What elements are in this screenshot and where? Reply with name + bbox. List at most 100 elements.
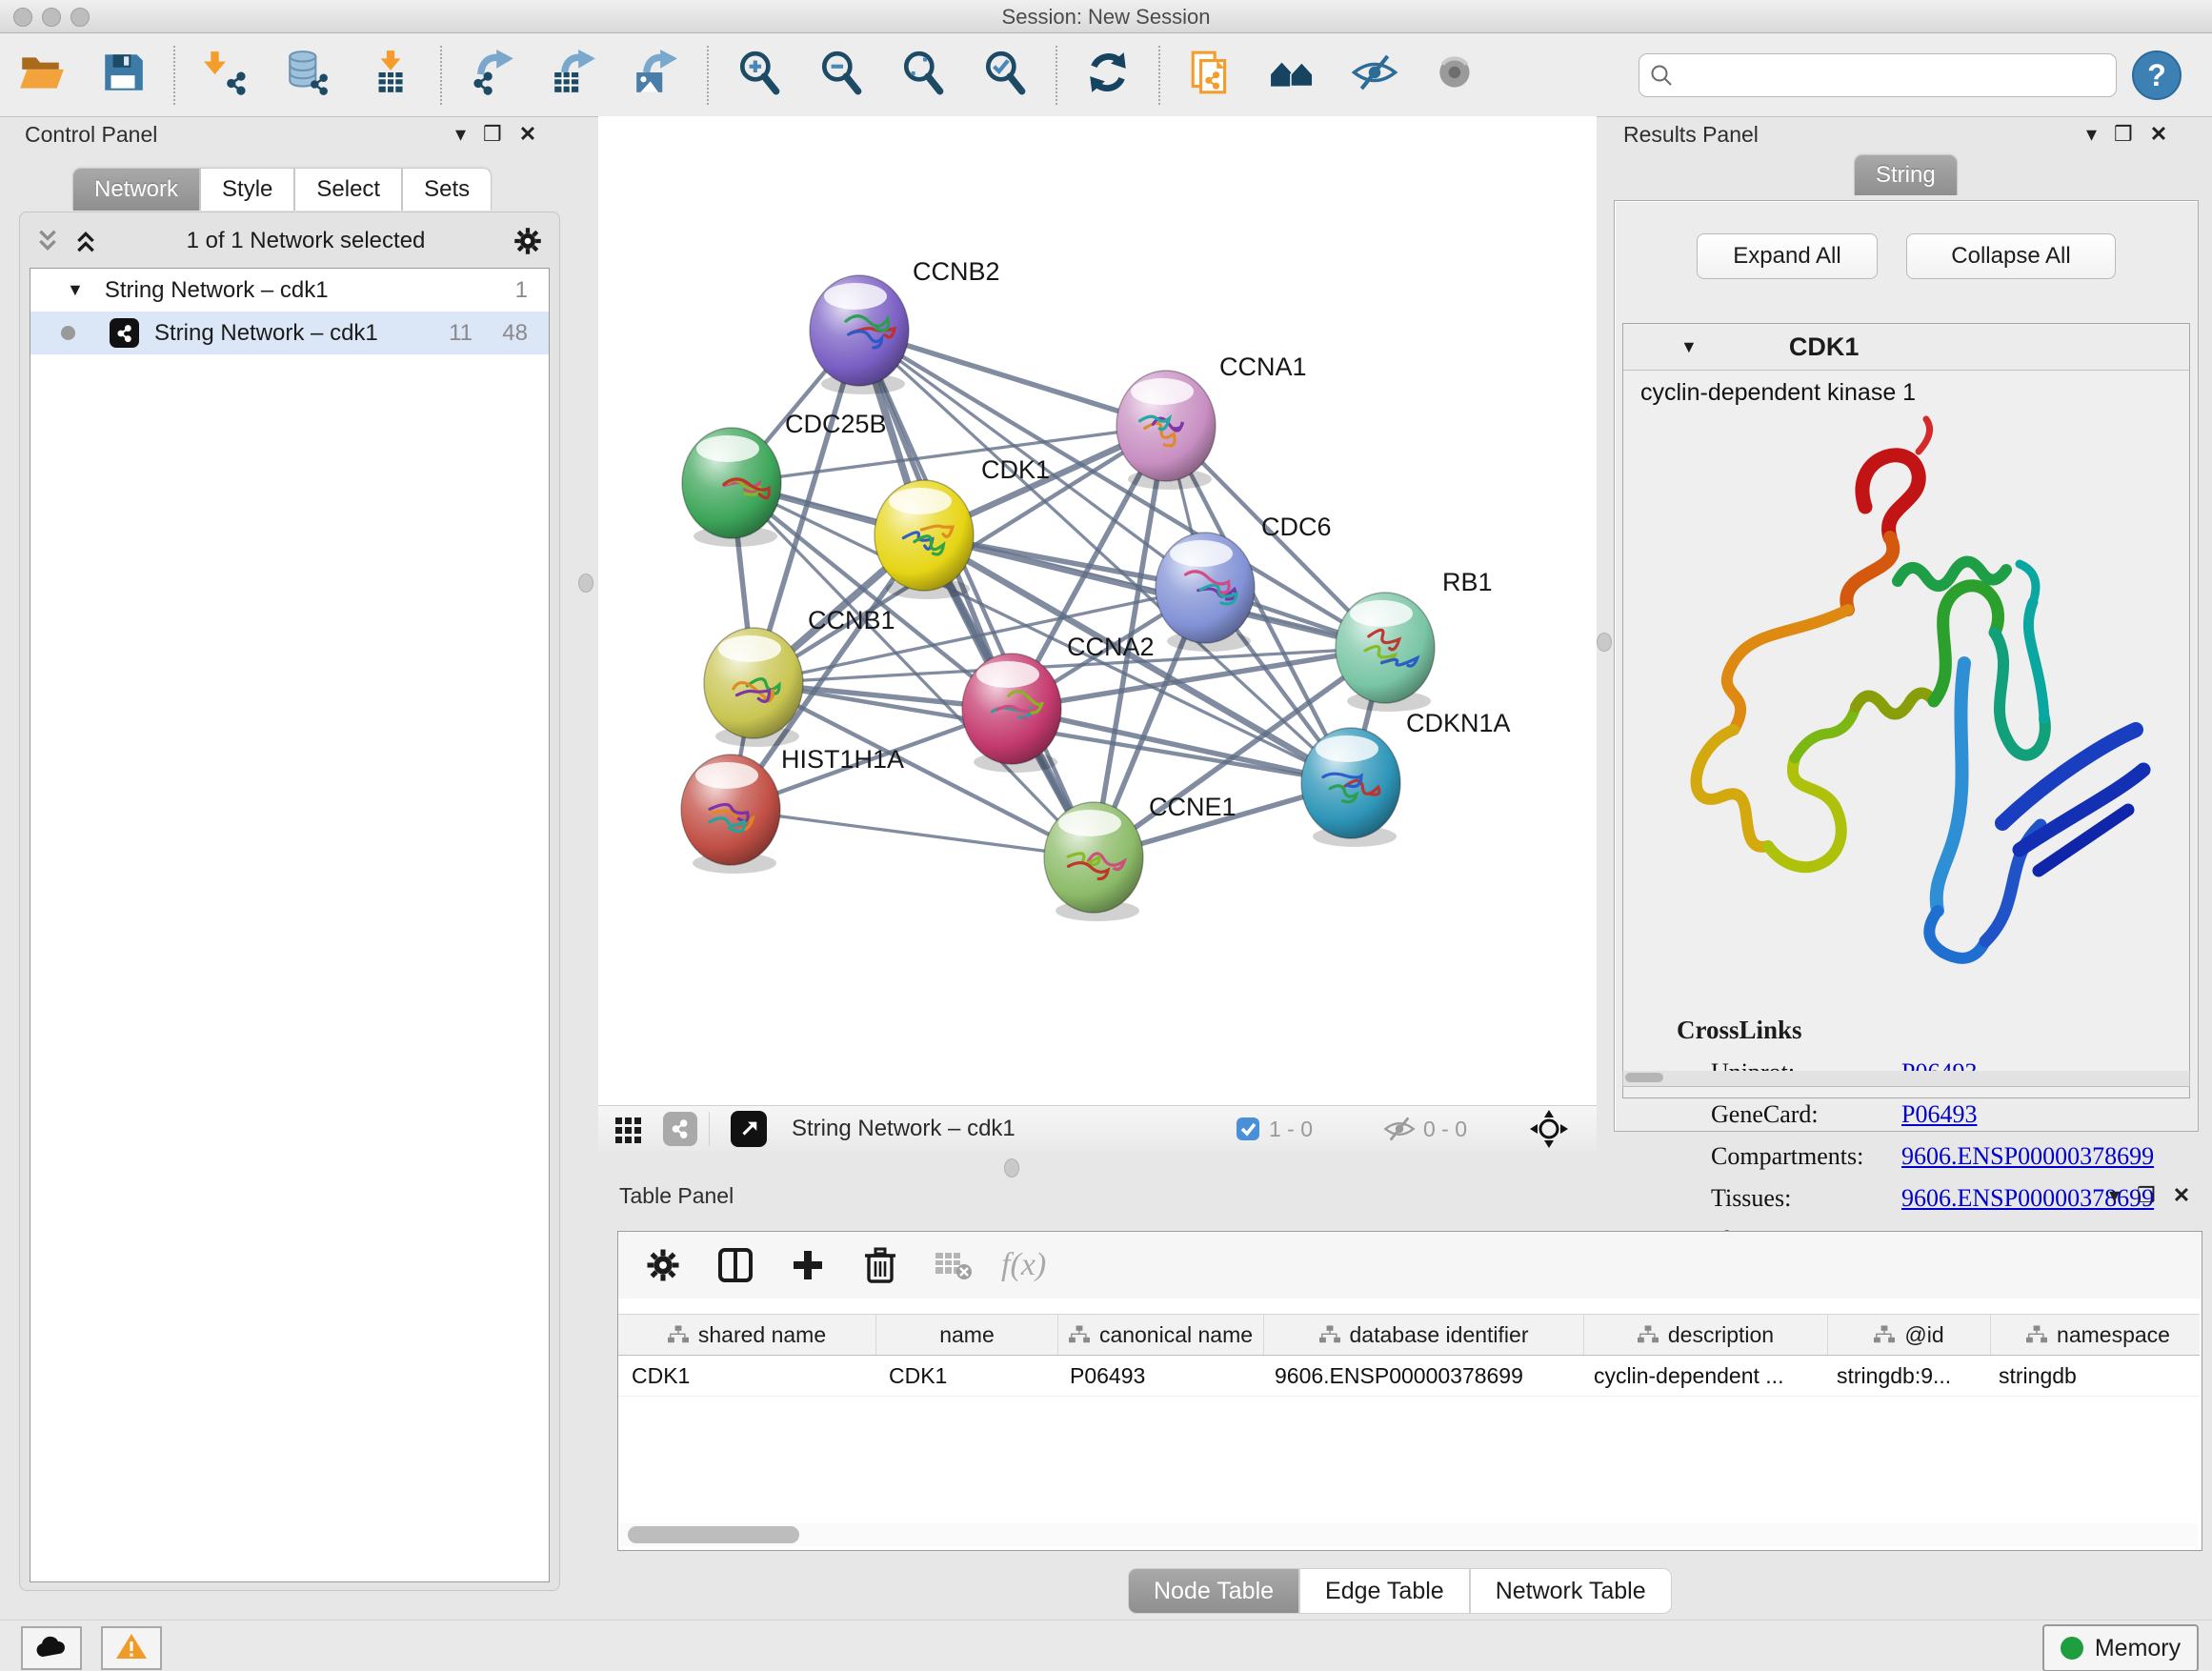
expand-all-button[interactable]: Expand All <box>1697 233 1878 279</box>
zoom-fit-button[interactable] <box>895 48 951 103</box>
network-node-HIST1H1A[interactable]: HIST1H1A <box>681 745 904 874</box>
tab-node-table[interactable]: Node Table <box>1128 1568 1299 1614</box>
shared-column-icon <box>1319 1325 1340 1344</box>
table-cell[interactable]: 9606.ENSP00000378699 <box>1261 1356 1580 1396</box>
warnings-button[interactable] <box>101 1626 162 1670</box>
fit-selected-crosshair-icon[interactable] <box>1530 1110 1568 1148</box>
network-node-CCNE1[interactable]: CCNE1 <box>1044 793 1237 921</box>
network-row[interactable]: String Network – cdk1 11 48 <box>30 312 549 354</box>
zoom-in-button[interactable] <box>732 48 787 103</box>
column-header-name[interactable]: name <box>876 1315 1058 1355</box>
column-header-namespace[interactable]: namespace <box>1991 1315 2200 1355</box>
tab-network[interactable]: Network <box>72 168 200 211</box>
search-box[interactable] <box>1639 53 2117 97</box>
close-panel-icon[interactable]: ✕ <box>2173 1185 2190 1206</box>
import-table-icon <box>366 49 413 101</box>
node-label-CCNB1: CCNB1 <box>808 606 895 634</box>
selected-checkbox-icon[interactable] <box>1235 1116 1261 1142</box>
hidden-eye-icon[interactable] <box>1383 1116 1416 1142</box>
eye-slash-icon <box>1351 49 1398 101</box>
search-input[interactable] <box>1683 62 2108 89</box>
network-node-CDK1[interactable]: CDK1 <box>875 455 1050 599</box>
refresh-layout-button[interactable] <box>1080 48 1136 103</box>
collapse-all-button[interactable]: Collapse All <box>1906 233 2116 279</box>
node-result-header[interactable]: ▼ CDK1 <box>1623 324 2189 371</box>
tab-network-table[interactable]: Network Table <box>1470 1568 1672 1614</box>
memory-button[interactable]: Memory <box>2042 1624 2199 1671</box>
results-scrollbar-thumb[interactable] <box>1625 1073 1663 1082</box>
cloud-status-button[interactable] <box>21 1626 82 1670</box>
table-cell[interactable]: cyclin-dependent ... <box>1580 1356 1823 1396</box>
tab-edge-table[interactable]: Edge Table <box>1299 1568 1470 1614</box>
close-panel-icon[interactable]: ✕ <box>2150 124 2167 145</box>
open-session-button[interactable] <box>13 48 69 103</box>
open-folder-icon <box>17 49 65 101</box>
float-panel-icon[interactable]: ❒ <box>2114 124 2133 145</box>
panel-menu-icon[interactable]: ▾ <box>2086 124 2097 145</box>
table-scrollbar-thumb[interactable] <box>628 1526 799 1543</box>
table-cell[interactable]: stringdb:9... <box>1823 1356 1985 1396</box>
zoom-out-button[interactable] <box>814 48 869 103</box>
birdseye-view-icon[interactable] <box>731 1111 767 1147</box>
create-column-plus-icon[interactable] <box>780 1239 835 1291</box>
float-panel-icon[interactable]: ❒ <box>2137 1185 2156 1206</box>
network-selection-status: 1 of 1 Network selected <box>98 228 513 254</box>
left-splitter-handle[interactable] <box>578 574 593 593</box>
tab-style[interactable]: Style <box>200 168 294 211</box>
network-collection-row[interactable]: ▼ String Network – cdk1 1 <box>30 269 549 312</box>
import-network-button[interactable] <box>198 48 253 103</box>
zoom-selected-button[interactable] <box>977 48 1033 103</box>
table-horizontal-scrollbar[interactable] <box>620 1523 2198 1546</box>
crosslink-link[interactable]: 9606.ENSP00000378699 <box>1901 1142 2154 1171</box>
panel-menu-icon[interactable]: ▾ <box>2109 1185 2120 1206</box>
home-string-button[interactable] <box>1265 48 1320 103</box>
node-label-HIST1H1A: HIST1H1A <box>781 745 904 774</box>
column-header-shared-name[interactable]: shared name <box>618 1315 876 1355</box>
network-options-gear-icon[interactable] <box>513 227 542 255</box>
node-label-CDC6: CDC6 <box>1261 513 1332 541</box>
save-session-button[interactable] <box>95 48 151 103</box>
import-network-from-database-button[interactable] <box>280 48 335 103</box>
network-tree: ▼ String Network – cdk1 1 String Network… <box>30 268 550 1582</box>
network-edge-CCNA2-CDKN1A <box>1012 709 1351 783</box>
network-canvas[interactable]: CCNB2CCNA1CDC25BCDK1CDC6RB1CCNB1CCNA2CDK… <box>598 116 1597 1105</box>
export-table-button[interactable] <box>547 48 602 103</box>
shared-column-icon <box>1638 1325 1659 1344</box>
collapse-all-networks-icon[interactable] <box>35 228 60 254</box>
column-header-canonical-name[interactable]: canonical name <box>1058 1315 1264 1355</box>
import-table-button[interactable] <box>362 48 417 103</box>
column-header-database-identifier[interactable]: database identifier <box>1264 1315 1584 1355</box>
export-image-button[interactable] <box>629 48 684 103</box>
close-panel-icon[interactable]: ✕ <box>519 124 536 145</box>
crosslink-label: GeneCard: <box>1711 1100 1901 1129</box>
show-columns-icon[interactable] <box>708 1239 763 1291</box>
tab-sets[interactable]: Sets <box>402 168 492 211</box>
crosslink-link[interactable]: P06493 <box>1901 1100 1977 1129</box>
column-header--id[interactable]: @id <box>1828 1315 1991 1355</box>
panel-menu-icon[interactable]: ▾ <box>455 124 466 145</box>
help-button[interactable]: ? <box>2132 50 2182 100</box>
table-cell[interactable]: CDK1 <box>875 1356 1056 1396</box>
network-node-CDKN1A[interactable]: CDKN1A <box>1301 709 1511 847</box>
results-scrollbar[interactable] <box>1622 1071 2190 1087</box>
delete-column-trash-icon[interactable] <box>853 1239 908 1291</box>
table-cell[interactable]: stringdb <box>1985 1356 2200 1396</box>
export-network-button[interactable] <box>465 48 520 103</box>
main-toolbar: ? <box>0 33 2212 117</box>
network-node-RB1[interactable]: RB1 <box>1336 568 1493 712</box>
table-cell[interactable]: P06493 <box>1056 1356 1261 1396</box>
collection-expander-icon[interactable]: ▼ <box>67 280 84 300</box>
horizontal-splitter-handle[interactable] <box>1004 1158 1019 1178</box>
grid-mode-icon[interactable] <box>613 1114 644 1144</box>
search-icon <box>1649 63 1674 88</box>
hide-unhide-button[interactable] <box>1347 48 1402 103</box>
tab-string[interactable]: String <box>1854 154 1958 195</box>
float-panel-icon[interactable]: ❒ <box>483 124 502 145</box>
column-header-description[interactable]: description <box>1584 1315 1828 1355</box>
table-options-gear-icon[interactable] <box>635 1239 691 1291</box>
expand-all-networks-icon[interactable] <box>73 228 98 254</box>
table-cell[interactable]: CDK1 <box>618 1356 875 1396</box>
duplicate-network-button[interactable] <box>1183 48 1238 103</box>
tab-select[interactable]: Select <box>294 168 402 211</box>
collapse-entry-icon[interactable]: ▼ <box>1680 337 1698 357</box>
